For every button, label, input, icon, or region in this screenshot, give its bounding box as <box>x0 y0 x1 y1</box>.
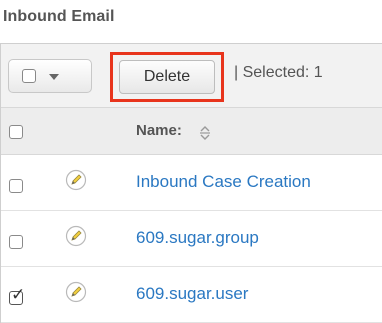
pencil-edit-icon[interactable] <box>65 169 87 191</box>
table-row: Inbound Case Creation <box>1 155 382 211</box>
row-checkbox[interactable] <box>9 179 23 193</box>
sort-icon[interactable] <box>199 124 211 140</box>
section-title: Inbound Email <box>3 8 115 25</box>
table-row: ✓ 609.sugar.user <box>1 267 382 323</box>
record-name-link[interactable]: 609.sugar.user <box>136 284 248 304</box>
checkmark-icon: ✓ <box>11 285 26 304</box>
pencil-edit-icon[interactable] <box>65 281 87 303</box>
list-toolbar: Delete | Selected: 1 <box>1 44 382 108</box>
mass-select-checkbox[interactable] <box>22 69 36 83</box>
chevron-down-icon[interactable] <box>49 74 59 80</box>
pencil-edit-icon[interactable] <box>65 225 87 247</box>
row-checkbox[interactable] <box>9 235 23 249</box>
row-checkbox[interactable]: ✓ <box>9 286 25 305</box>
delete-button[interactable]: Delete <box>119 60 215 94</box>
page: Inbound Email Delete | Selected: 1 Name: <box>0 0 382 323</box>
mass-select-dropdown[interactable] <box>8 59 92 93</box>
table-header-row: Name: <box>1 108 382 155</box>
selected-count: | Selected: 1 <box>234 64 323 81</box>
table-row: 609.sugar.group <box>1 211 382 267</box>
select-all-checkbox[interactable] <box>9 125 23 139</box>
record-name-link[interactable]: 609.sugar.group <box>136 228 259 248</box>
name-column-header[interactable]: Name: <box>136 122 182 139</box>
list-view-panel: Delete | Selected: 1 Name: Inbound Case … <box>0 43 382 323</box>
record-name-link[interactable]: Inbound Case Creation <box>136 172 311 192</box>
